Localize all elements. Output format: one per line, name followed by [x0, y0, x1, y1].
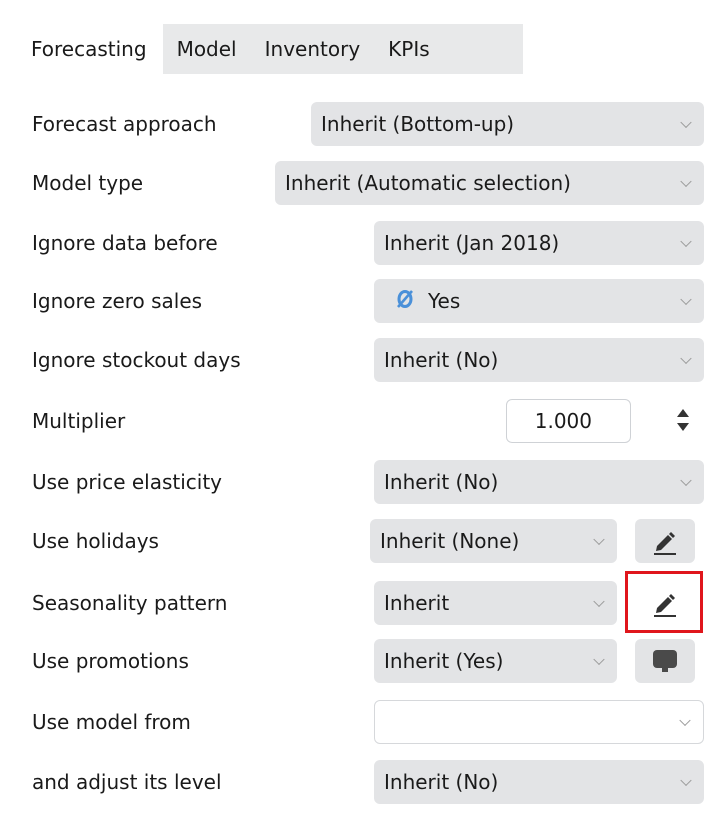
use-promotions-dropdown[interactable]: Inherit (Yes) — [374, 639, 617, 683]
chevron-down-icon — [593, 533, 605, 546]
tab-bar: Forecasting Model Inventory KPIs — [15, 24, 523, 74]
chevron-down-icon — [593, 653, 605, 666]
ignore-data-before-dropdown[interactable]: Inherit (Jan 2018) — [374, 221, 704, 265]
chevron-down-icon — [680, 235, 692, 248]
model-type-dropdown[interactable]: Inherit (Automatic selection) — [275, 161, 704, 205]
use-holidays-value: Inherit (None) — [380, 529, 520, 553]
model-type-value: Inherit (Automatic selection) — [285, 171, 571, 195]
tab-inventory[interactable]: Inventory — [251, 24, 375, 74]
use-holidays-label: Use holidays — [32, 529, 159, 553]
use-holidays-dropdown[interactable]: Inherit (None) — [370, 519, 617, 563]
chevron-down-icon — [679, 714, 691, 727]
ignore-data-before-value: Inherit (Jan 2018) — [384, 231, 560, 255]
chevron-down-icon — [680, 116, 692, 129]
use-model-from-dropdown[interactable] — [374, 700, 704, 744]
adjust-level-value: Inherit (No) — [384, 770, 499, 794]
use-model-from-label: Use model from — [32, 710, 191, 734]
ignore-data-before-label: Ignore data before — [32, 231, 218, 255]
seasonality-pattern-label: Seasonality pattern — [32, 591, 228, 615]
pencil-icon — [654, 532, 676, 555]
chevron-down-icon — [680, 774, 692, 787]
chevron-down-icon — [680, 474, 692, 487]
ignore-zero-sales-label: Ignore zero sales — [32, 289, 203, 313]
use-price-elasticity-value: Inherit (No) — [384, 470, 499, 494]
ignore-zero-sales-value: Yes — [428, 289, 461, 313]
use-price-elasticity-label: Use price elasticity — [32, 470, 223, 494]
multiplier-label: Multiplier — [32, 409, 126, 433]
ignore-zero-sales-dropdown[interactable]: Yes — [374, 279, 704, 323]
use-promotions-value: Inherit (Yes) — [384, 649, 504, 673]
highlight-box — [625, 571, 703, 633]
edit-holidays-button[interactable] — [635, 519, 695, 563]
adjust-level-dropdown[interactable]: Inherit (No) — [374, 760, 704, 804]
spin-down-icon[interactable] — [677, 423, 689, 431]
forecast-approach-label: Forecast approach — [32, 112, 217, 136]
promotions-view-button[interactable] — [635, 639, 695, 683]
ignore-stockout-days-label: Ignore stockout days — [32, 348, 241, 372]
multiplier-input[interactable]: 1.000 — [506, 399, 631, 443]
adjust-level-label: and adjust its level — [32, 770, 222, 794]
multiplier-spinner[interactable] — [676, 405, 690, 435]
chevron-down-icon — [680, 352, 692, 365]
forecast-approach-value: Inherit (Bottom-up) — [321, 112, 515, 136]
use-price-elasticity-dropdown[interactable]: Inherit (No) — [374, 460, 704, 504]
spin-up-icon[interactable] — [677, 409, 689, 417]
tab-kpis[interactable]: KPIs — [374, 24, 444, 74]
chevron-down-icon — [593, 595, 605, 608]
tab-model[interactable]: Model — [163, 24, 251, 74]
model-type-label: Model type — [32, 171, 144, 195]
monitor-icon — [653, 650, 677, 672]
ignore-stockout-days-value: Inherit (No) — [384, 348, 499, 372]
override-link-icon — [396, 289, 414, 314]
tab-forecasting[interactable]: Forecasting — [15, 24, 163, 74]
forecast-approach-dropdown[interactable]: Inherit (Bottom-up) — [311, 102, 704, 146]
seasonality-pattern-dropdown[interactable]: Inherit — [374, 581, 617, 625]
ignore-stockout-days-dropdown[interactable]: Inherit (No) — [374, 338, 704, 382]
seasonality-pattern-value: Inherit — [384, 591, 450, 615]
use-promotions-label: Use promotions — [32, 649, 189, 673]
chevron-down-icon — [680, 175, 692, 188]
chevron-down-icon — [680, 293, 692, 306]
